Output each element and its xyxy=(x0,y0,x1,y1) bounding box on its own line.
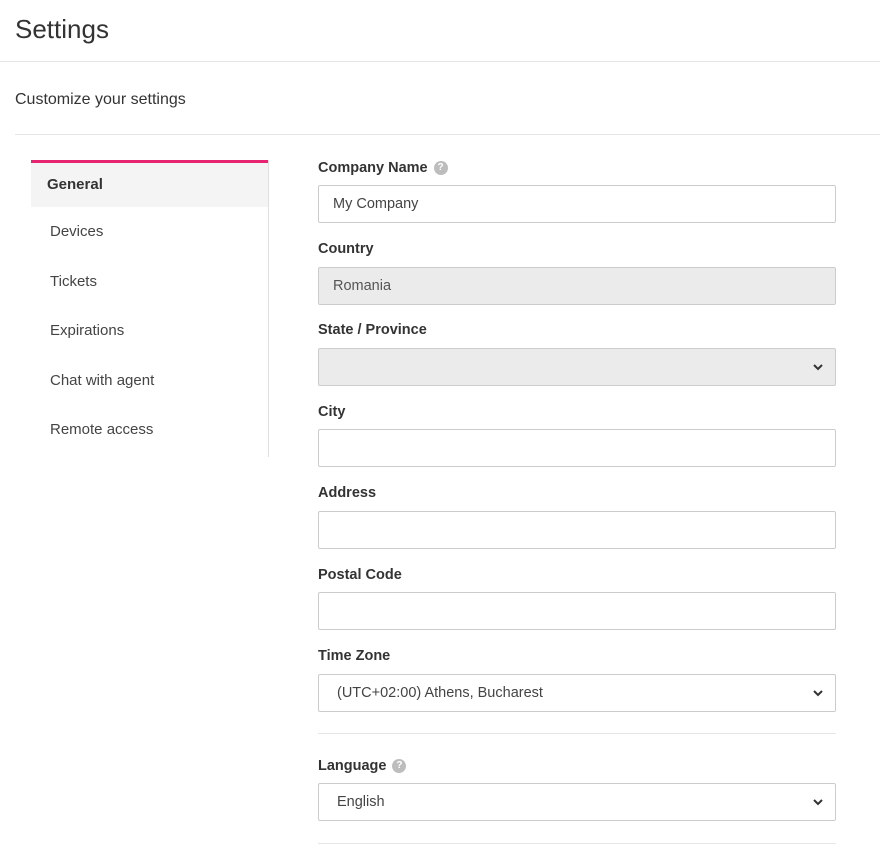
city-label: City xyxy=(318,404,346,420)
address-input[interactable] xyxy=(318,511,836,549)
page-subtitle: Customize your settings xyxy=(15,91,186,108)
sidebar-item-tickets[interactable]: Tickets xyxy=(31,257,268,307)
state-province-label: State / Province xyxy=(318,322,427,338)
country-label: Country xyxy=(318,241,374,257)
sidebar-item-remote-access[interactable]: Remote access xyxy=(31,405,268,455)
page-title: Settings xyxy=(15,14,109,44)
form-divider xyxy=(318,843,836,844)
form-divider xyxy=(318,733,836,734)
question-circle-icon[interactable]: ? xyxy=(392,759,407,773)
sidebar-item-general[interactable]: General xyxy=(31,160,268,207)
chevron-down-icon xyxy=(813,364,823,371)
address-label: Address xyxy=(318,485,377,501)
postal-code-input[interactable] xyxy=(318,592,836,630)
sidebar-item-expirations[interactable]: Expirations xyxy=(31,306,268,356)
language-value: English xyxy=(337,794,385,810)
chevron-down-icon xyxy=(813,799,823,806)
time-zone-value: (UTC+02:00) Athens, Bucharest xyxy=(337,685,543,701)
title-divider xyxy=(0,61,880,62)
sidebar-item-devices[interactable]: Devices xyxy=(31,207,268,257)
settings-sidebar: General Devices Tickets Expirations Chat… xyxy=(31,160,269,457)
language-label: Language ? xyxy=(318,758,407,774)
chevron-down-icon xyxy=(813,690,823,697)
sidebar-item-chat-with-agent[interactable]: Chat with agent xyxy=(31,356,268,406)
language-select[interactable]: English xyxy=(318,783,836,821)
company-name-input[interactable] xyxy=(318,185,836,223)
state-province-select[interactable] xyxy=(318,348,836,386)
postal-code-label: Postal Code xyxy=(318,567,402,583)
city-input[interactable] xyxy=(318,429,836,467)
subtitle-divider xyxy=(15,134,880,135)
country-input xyxy=(318,267,836,305)
question-circle-icon[interactable]: ? xyxy=(433,161,448,175)
time-zone-select[interactable]: (UTC+02:00) Athens, Bucharest xyxy=(318,674,836,712)
time-zone-label: Time Zone xyxy=(318,648,391,664)
company-name-label: Company Name ? xyxy=(318,160,448,176)
